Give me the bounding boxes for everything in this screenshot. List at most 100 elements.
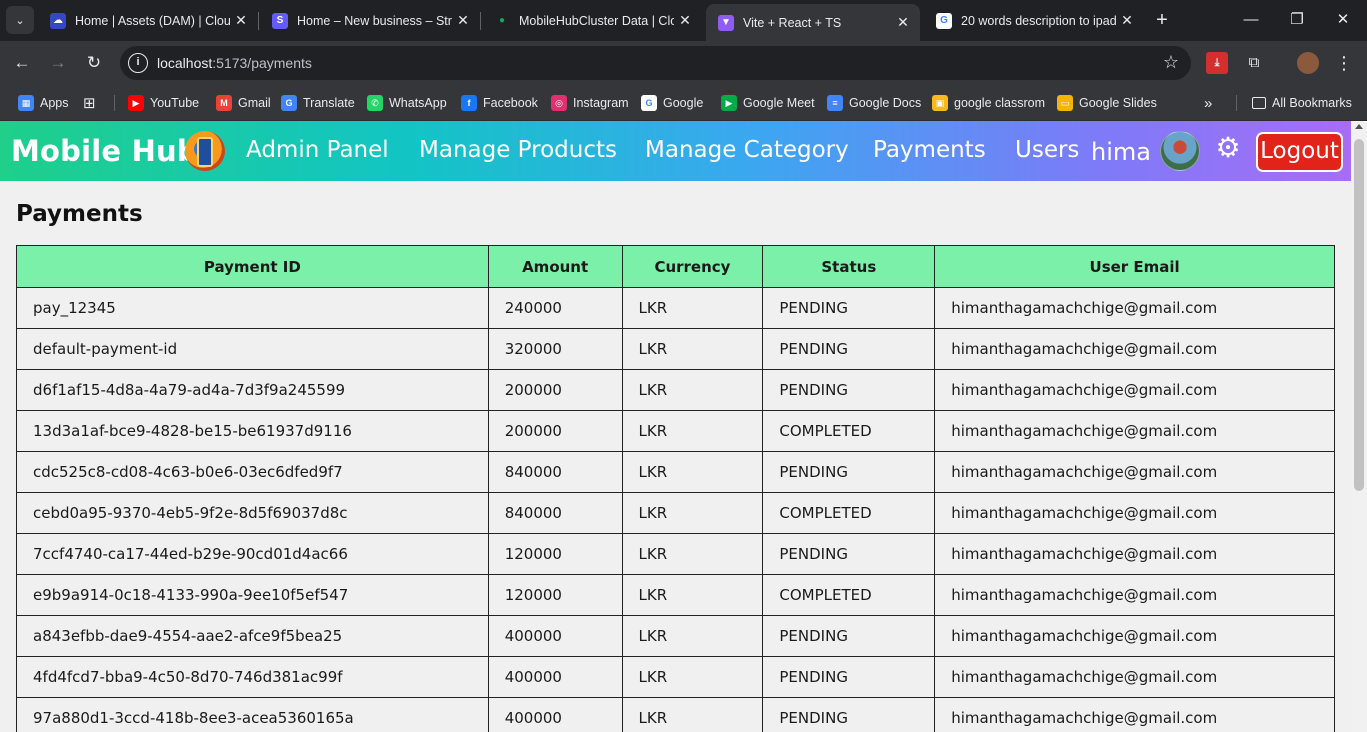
amount-cell: 200000 [487,410,623,452]
address-bar[interactable]: i localhost:5173/payments ☆ [120,46,1191,80]
bookmark-google-docs[interactable]: ≡ Google Docs [827,93,921,113]
vertical-scrollbar[interactable] [1351,121,1367,732]
user-email-cell: himanthagamachchige@gmail.com [934,492,1335,534]
google-docs-icon: ≡ [827,95,843,111]
bookmark-youtube[interactable]: ▶ YouTube [128,93,199,113]
scroll-up-arrow-icon[interactable] [1355,124,1363,129]
table-row: d6f1af15-4d8a-4a79-ad4a-7d3f9a245599 2000… [16,369,1335,411]
browser-tab[interactable]: ▼ Vite + React + TS ✕ [706,4,920,41]
tab-close-icon[interactable]: ✕ [892,14,914,31]
bookmark-translate[interactable]: G Translate [281,93,355,113]
bookmark-google[interactable]: G Google [641,93,703,113]
tab-close-icon[interactable]: ✕ [674,12,696,29]
tab-title: Vite + React + TS [743,15,842,30]
amount-cell: 120000 [487,533,623,575]
tab-favicon-icon: ☁ [50,12,66,29]
currency-cell: LKR [621,615,764,657]
table-row: 13d3a1af-bce9-4828-be15-be61937d9116 2000… [16,410,1335,452]
username: hima [1091,138,1151,166]
tab-favicon-icon: S [272,12,288,29]
pdf-extension-icon[interactable]: ⤓ [1206,52,1228,74]
user-email-cell: himanthagamachchige@gmail.com [934,656,1335,698]
bookmark-gmail[interactable]: M Gmail [216,93,271,113]
scrollbar-thumb[interactable] [1354,139,1364,491]
tab-separator [258,12,259,30]
avatar[interactable] [1160,131,1200,171]
user-email-cell: himanthagamachchige@gmail.com [934,574,1335,616]
gear-icon[interactable]: ⚙ [1214,134,1242,162]
status-cell: COMPLETED [762,492,936,534]
brand-logo-icon [185,131,225,171]
more-bookmarks-icon[interactable]: » [1204,93,1212,113]
bookmark-label: Google Slides [1079,96,1157,110]
bookmark-google-meet[interactable]: ▶ Google Meet [721,93,815,113]
restore-button[interactable]: ❐ [1274,0,1320,41]
bookmark-label: Apps [40,96,69,110]
browser-tab[interactable]: G 20 words description to ipad ✕ [924,0,1144,41]
tab-groups-icon[interactable]: ⊞ [83,93,96,113]
all-bookmarks[interactable]: All Bookmarks [1252,93,1352,113]
tab-close-icon[interactable]: ✕ [230,12,252,29]
user-email-cell: himanthagamachchige@gmail.com [934,369,1335,411]
tab-search-button[interactable]: ⌄ [6,6,34,34]
table-row: default-payment-id 320000 LKR PENDING himant… [16,328,1335,370]
minimize-button[interactable]: — [1228,0,1274,41]
column-header-currency: Currency [621,245,764,288]
browser-tab[interactable]: ● MobileHubCluster Data | Cloud ✕ [482,0,702,41]
column-header-payment-id: Payment ID [16,245,489,288]
back-button[interactable]: ← [8,49,36,77]
status-cell: PENDING [762,533,936,575]
payment-id-cell: e9b9a914-0c18-4133-990a-9ee10f5ef547 [16,574,489,616]
tab-close-icon[interactable]: ✕ [452,12,474,29]
tab-close-icon[interactable]: ✕ [1116,12,1138,29]
payment-id-cell: default-payment-id [16,328,489,370]
amount-cell: 400000 [487,697,623,732]
bookmark-star-icon[interactable]: ☆ [1163,52,1179,73]
kebab-menu-icon[interactable]: ⋮ [1333,52,1355,74]
bookmark-whatsapp[interactable]: ✆ WhatsApp [367,93,447,113]
folder-icon [1252,97,1266,109]
url-path: :5173/payments [212,55,312,71]
new-tab-button[interactable]: + [1151,9,1173,31]
tab-title: MobileHubCluster Data | Cloud [519,13,674,28]
browser-tab[interactable]: ☁ Home | Assets (DAM) | Cloudinary✕ [38,0,258,41]
bookmark-label: Translate [303,96,355,110]
brand-name[interactable]: Mobile Hub [11,134,198,168]
forward-button[interactable]: → [44,49,72,77]
nav-link-manage-products[interactable]: Manage Products [419,137,617,163]
bookmark-instagram[interactable]: ◎ Instagram [551,93,629,113]
bookmark-facebook[interactable]: f Facebook [461,93,538,113]
profile-avatar-icon[interactable] [1297,52,1319,74]
nav-link-admin-panel[interactable]: Admin Panel [246,137,389,163]
bookmark-google-classroom[interactable]: ▣ google classrom [932,93,1045,113]
bookmark-apps-grid[interactable]: ▦ Apps [18,93,69,113]
arrow-right-icon: → [49,53,67,72]
google-icon: G [641,95,657,111]
site-info-icon[interactable]: i [128,53,148,73]
restore-icon: ❐ [1290,11,1304,28]
browser-tab[interactable]: S Home – New business – Stripe ✕ [260,0,480,41]
logout-button[interactable]: Logout [1256,132,1343,172]
table-row: pay_12345 240000 LKR PENDING himanthagamachc… [16,287,1335,329]
currency-cell: LKR [621,369,764,411]
currency-cell: LKR [621,492,764,534]
bookmark-label: YouTube [150,96,200,110]
url-text[interactable]: localhost:5173/payments [157,55,312,71]
close-window-button[interactable]: ✕ [1320,0,1366,41]
nav-link-payments[interactable]: Payments [873,137,986,163]
reload-button[interactable]: ↻ [80,49,108,77]
payment-id-cell: 97a880d1-3ccd-418b-8ee3-acea5360165a [16,697,489,732]
payment-id-cell: a843efbb-dae9-4554-aae2-afce9f5bea25 [16,615,489,657]
whatsapp-icon: ✆ [367,95,383,111]
nav-link-users[interactable]: Users [1015,137,1079,163]
extensions-icon[interactable]: ⧉ [1243,52,1265,74]
tab-favicon-icon: ▼ [718,14,734,31]
bookmark-google-slides[interactable]: ▭ Google Slides [1057,93,1157,113]
currency-cell: LKR [621,533,764,575]
app-navbar: Mobile Hub Admin Panel Manage Products M… [0,121,1351,181]
instagram-icon: ◎ [551,95,567,111]
amount-cell: 200000 [487,369,623,411]
apps-grid-icon: ▦ [18,95,34,111]
column-header-status: Status [762,245,936,288]
nav-link-manage-category[interactable]: Manage Category [645,137,849,163]
